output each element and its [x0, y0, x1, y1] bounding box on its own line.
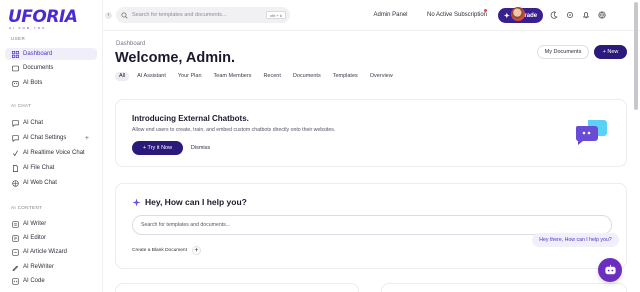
- tab-team-members[interactable]: Team Members: [210, 72, 256, 81]
- shortcut-badge: ctrl + k: [266, 11, 286, 19]
- subscription-button[interactable]: No Active Subscription: [421, 9, 493, 22]
- new-button-label: New: [607, 49, 619, 55]
- sidebar-item-ai-article-wizard[interactable]: AI Article Wizard: [5, 246, 97, 258]
- dismiss-button[interactable]: Dismiss: [186, 141, 215, 155]
- voice-icon: [11, 149, 19, 157]
- section-label-user: USER: [11, 36, 26, 41]
- tab-recent[interactable]: Recent: [259, 72, 284, 81]
- tab-all[interactable]: All: [115, 72, 130, 81]
- tab-your-plan[interactable]: Your Plan: [174, 72, 206, 81]
- create-blank-label: Create a Blank Document: [132, 248, 187, 253]
- sidebar-item-label: AI Realtime Voice Chat: [23, 150, 85, 156]
- chat-settings-icon: [11, 134, 19, 142]
- sidebar-item-label: AI Editor: [23, 235, 47, 241]
- chatbot-launcher-button[interactable]: [598, 258, 622, 282]
- grid-icon: [11, 50, 19, 58]
- chatbot-illustration-icon: [575, 120, 607, 145]
- external-chatbots-promo: Introducing External Chatbots. Allow end…: [115, 99, 627, 167]
- sidebar-item-dashboard[interactable]: Dashboard: [5, 48, 97, 60]
- create-blank-document[interactable]: Create a Blank Document +: [132, 246, 201, 255]
- sidebar-item-label: AI Code: [23, 278, 45, 284]
- sidebar-item-ai-chat[interactable]: AI Chat: [5, 117, 97, 129]
- sidebar-item-ai-realtime-voice-chat[interactable]: AI Realtime Voice Chat: [5, 147, 97, 159]
- sidebar-item-label: Dashboard: [23, 51, 53, 57]
- sidebar-item-ai-editor[interactable]: AI Editor: [5, 232, 97, 244]
- tab-ai-assistant[interactable]: AI Assistant: [133, 72, 170, 81]
- brand-tagline: AI FOR YOU: [9, 26, 47, 30]
- settings-icon[interactable]: [565, 10, 575, 20]
- sidebar-item-label: AI Article Wizard: [23, 249, 68, 255]
- tab-templates[interactable]: Templates: [329, 72, 362, 81]
- page-title: Welcome, Admin.: [115, 50, 236, 66]
- my-documents-button[interactable]: My Documents: [537, 45, 589, 59]
- assistant-title-row: Hey, How can I help you?: [132, 197, 247, 207]
- plus-icon[interactable]: +: [191, 246, 201, 255]
- sidebar-item-ai-bots[interactable]: AI Bots: [5, 77, 97, 89]
- folder-icon: [11, 64, 19, 72]
- top-header: ‹ Search for templates and documents... …: [103, 0, 640, 31]
- assistant-title: Hey, How can I help you?: [145, 197, 247, 207]
- sidebar-item-ai-chat-settings[interactable]: AI Chat Settings +: [5, 132, 97, 144]
- lower-card-left: [115, 283, 359, 292]
- notification-dot: [484, 9, 487, 12]
- sidebar-item-ai-web-chat[interactable]: AI Web Chat: [5, 177, 97, 189]
- sidebar-item-label: Documents: [23, 65, 54, 71]
- sidebar-item-label: AI Chat Settings: [23, 135, 67, 141]
- plus-icon: ✦: [503, 12, 510, 20]
- chat-icon: [11, 119, 19, 127]
- search-placeholder: Search for templates and documents...: [132, 12, 227, 18]
- admin-panel-button[interactable]: Admin Panel: [369, 9, 412, 22]
- try-it-now-label: Try it Now: [147, 145, 173, 151]
- sidebar-item-ai-code[interactable]: AI Code: [5, 275, 97, 287]
- sidebar-item-ai-writer[interactable]: AI Writer: [5, 218, 97, 230]
- chatbot-icon: [604, 264, 616, 274]
- sidebar-item-label: AI Web Chat: [23, 180, 57, 186]
- file-icon: [11, 164, 19, 172]
- rewriter-icon: [11, 263, 19, 271]
- try-it-now-button[interactable]: + Try it Now: [132, 141, 183, 155]
- search-icon: [121, 11, 128, 19]
- breadcrumb: Dashboard: [116, 41, 146, 47]
- lower-card-right: [381, 283, 627, 292]
- sidebar-item-label: AI ReWriter: [23, 264, 54, 270]
- globe-icon: [11, 179, 19, 187]
- bell-icon[interactable]: [581, 10, 591, 20]
- sidebar: UFORIA AI FOR YOU USER Dashboard Documen…: [0, 0, 103, 292]
- bot-icon: [11, 79, 19, 87]
- dark-mode-icon[interactable]: [549, 10, 559, 20]
- sidebar-item-label: AI Writer: [23, 221, 47, 227]
- header-search-input[interactable]: Search for templates and documents... ct…: [116, 7, 290, 23]
- assistant-search-input[interactable]: Search for templates and documents...: [132, 215, 612, 235]
- tab-overview[interactable]: Overview: [366, 72, 397, 81]
- sidebar-item-ai-rewriter[interactable]: AI ReWriter: [5, 261, 97, 273]
- writer-icon: [11, 220, 19, 228]
- collapse-sidebar-button[interactable]: ‹: [105, 12, 112, 19]
- new-button[interactable]: + New: [594, 45, 627, 59]
- editor-icon: [11, 234, 19, 242]
- language-globe-icon[interactable]: [597, 10, 607, 20]
- expand-plus-icon[interactable]: +: [85, 135, 89, 142]
- code-icon: [11, 277, 19, 285]
- dashboard-tabs: All AI Assistant Your Plan Team Members …: [115, 72, 401, 81]
- sidebar-item-documents[interactable]: Documents: [5, 62, 97, 74]
- section-label-ai-chat: AI CHAT: [11, 103, 32, 108]
- sidebar-item-label: AI Bots: [23, 80, 43, 86]
- tab-documents[interactable]: Documents: [289, 72, 325, 81]
- chat-greeting-bubble[interactable]: Hey there, How can I help you?: [532, 233, 619, 247]
- assistant-card: Hey, How can I help you? Search for temp…: [115, 183, 627, 269]
- sidebar-item-label: AI File Chat: [23, 165, 55, 171]
- sparkle-icon: [132, 197, 141, 207]
- page-scrollbar[interactable]: [634, 2, 638, 110]
- brand-logo[interactable]: UFORIA: [8, 7, 78, 27]
- section-label-ai-content: AI CONTENT: [11, 205, 43, 210]
- wizard-icon: [11, 248, 19, 256]
- user-avatar[interactable]: [511, 7, 525, 21]
- sidebar-item-label: AI Chat: [23, 120, 44, 126]
- promo-description: Allow end users to create, train, and em…: [132, 127, 336, 133]
- sidebar-item-ai-file-chat[interactable]: AI File Chat: [5, 162, 97, 174]
- promo-title: Introducing External Chatbots.: [132, 114, 249, 123]
